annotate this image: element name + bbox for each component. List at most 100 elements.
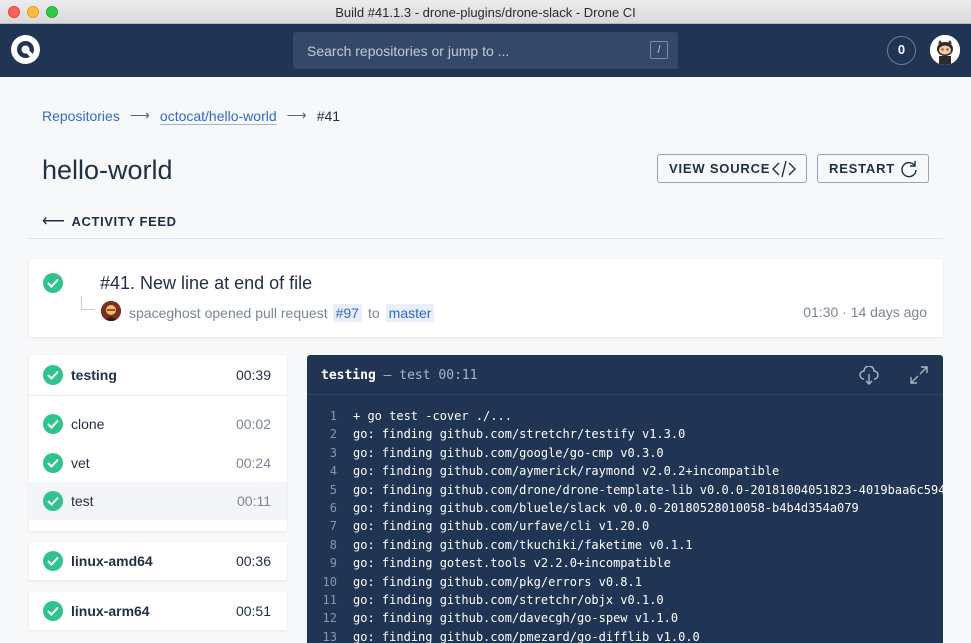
success-check-icon (43, 491, 63, 511)
author-name: spaceghost (129, 305, 201, 321)
step-name: test (71, 493, 94, 509)
log-line-text: go: finding github.com/drone/drone-templ… (353, 482, 943, 497)
breadcrumb-repositories-link[interactable]: Repositories (42, 108, 120, 124)
log-line: 3 go: finding github.com/google/go-cmp v0… (307, 444, 943, 462)
view-source-button[interactable]: VIEW SOURCE (657, 154, 807, 183)
success-check-icon (43, 365, 63, 385)
log-line-number: 1 (329, 409, 337, 423)
step-clone[interactable]: clone 00:02 (29, 405, 287, 443)
log-title: testing — test 00:11 (321, 368, 478, 383)
activity-feed-link[interactable]: ⟵ ACTIVITY FEED (42, 211, 177, 231)
build-summary-card[interactable]: #41. New line at end of file spaceghost … (29, 259, 943, 337)
log-line-number: 12 (322, 611, 337, 626)
log-stage-name: testing (321, 368, 376, 383)
stage-name: linux-arm64 (71, 603, 150, 619)
restart-button[interactable]: RESTART (817, 154, 929, 183)
page-title: hello-world (42, 155, 173, 185)
step-duration: 00:11 (237, 493, 271, 509)
success-check-icon (43, 601, 63, 621)
success-check-icon (43, 414, 63, 434)
log-line-text: go: finding github.com/google/go-cmp v0.… (353, 445, 664, 460)
stage-name: linux-amd64 (71, 553, 153, 569)
log-line-number: 11 (322, 593, 337, 608)
log-line: 1 + go test -cover ./... (307, 407, 943, 425)
success-check-icon (43, 551, 63, 571)
search-input[interactable] (293, 32, 633, 69)
log-line: 10 go: finding github.com/pkg/errors v0.8… (307, 573, 943, 591)
app-header: / 0 (0, 24, 971, 77)
log-line: 9 go: finding gotest.tools v2.2.0+incompa… (307, 554, 943, 572)
log-line: 2 go: finding github.com/stretchr/testify… (307, 425, 943, 443)
log-line: 5 go: finding github.com/drone/drone-temp… (307, 481, 943, 499)
log-line: 4 go: finding github.com/aymerick/raymond… (307, 462, 943, 480)
window-titlebar: Build #41.1.3 - drone-plugins/drone-slac… (0, 0, 971, 24)
log-line-text: go: finding github.com/urfave/cli v1.20.… (353, 519, 650, 534)
log-line-number: 10 (322, 574, 337, 589)
expand-icon[interactable] (910, 366, 928, 384)
log-line-number: 4 (329, 464, 337, 479)
arrow-left-icon: ⟵ (42, 213, 66, 230)
divider (29, 395, 287, 396)
restart-label: RESTART (829, 161, 896, 176)
log-panel: testing — test 00:11 1 + go test -cover .… (307, 355, 943, 643)
step-name: vet (71, 455, 90, 471)
log-line: 8 go: finding github.com/tkuchiki/faketim… (307, 536, 943, 554)
log-line-number: 2 (329, 427, 337, 442)
log-line: 6 go: finding github.com/bluele/slack v0.… (307, 499, 943, 517)
branch-link[interactable]: master (385, 304, 435, 322)
log-line-text: go: finding github.com/tkuchiki/faketime… (353, 537, 693, 552)
drone-logo-icon[interactable] (11, 35, 40, 64)
build-to: to (367, 305, 380, 321)
step-vet[interactable]: vet 00:24 (29, 444, 287, 482)
log-line-text: go: finding gotest.tools v2.2.0+incompat… (353, 556, 671, 571)
log-line-text: go: finding github.com/stretchr/testify … (353, 427, 686, 442)
log-line-text: go: finding github.com/davecgh/go-spew v… (353, 611, 679, 626)
build-action: opened pull request (204, 305, 328, 321)
log-step-name: test (399, 368, 431, 383)
stage-header[interactable]: testing 00:39 (29, 355, 287, 395)
user-avatar[interactable] (930, 35, 960, 65)
notification-badge[interactable]: 0 (887, 36, 916, 65)
log-line-text: go: finding github.com/pmezard/go-diffli… (353, 629, 700, 643)
divider (28, 238, 943, 239)
breadcrumb: Repositories ⟶ octocat/hello-world ⟶ #41 (42, 107, 340, 124)
restart-icon (901, 161, 917, 178)
stage-testing[interactable]: testing 00:39 clone 00:02 vet 00:24 test… (29, 355, 287, 531)
log-line-text: go: finding github.com/bluele/slack v0.0… (353, 501, 859, 516)
stage-name: testing (71, 367, 117, 383)
stage-duration: 00:51 (235, 603, 271, 619)
arrow-right-icon: ⟶ (286, 107, 307, 123)
view-source-label: VIEW SOURCE (669, 161, 771, 176)
author-avatar (101, 301, 121, 321)
log-line-number: 7 (329, 519, 337, 534)
download-icon[interactable] (859, 366, 879, 386)
log-output: 1 + go test -cover ./... 2 go: finding gith… (307, 407, 943, 643)
stage-linux-arm64[interactable]: linux-arm64 00:51 (29, 592, 287, 630)
log-line-number: 5 (329, 482, 337, 497)
breadcrumb-build: #41 (316, 107, 341, 124)
search-shortcut-hint: / (650, 41, 668, 59)
log-line-number: 13 (322, 629, 337, 643)
stage-linux-amd64[interactable]: linux-amd64 00:36 (29, 542, 287, 580)
log-line-number: 8 (329, 537, 337, 552)
log-separator: — (383, 368, 392, 383)
search-box: / (293, 32, 678, 69)
step-test[interactable]: test 00:11 (29, 482, 287, 520)
step-name: clone (71, 416, 105, 432)
code-icon (772, 160, 796, 178)
breadcrumb-repo-link[interactable]: octocat/hello-world (160, 108, 277, 124)
step-duration: 00:02 (235, 416, 271, 432)
build-time: 01:30 · 14 days ago (803, 304, 927, 320)
step-duration: 00:24 (235, 455, 271, 471)
log-line-number: 6 (329, 501, 337, 516)
activity-feed-label: ACTIVITY FEED (71, 213, 177, 229)
stage-duration: 00:36 (235, 553, 271, 569)
pull-request-link[interactable]: #97 (332, 304, 362, 322)
log-line: 11 go: finding github.com/stretchr/objx v… (307, 591, 943, 609)
stage-duration: 00:39 (235, 367, 271, 383)
arrow-right-icon: ⟶ (129, 107, 150, 123)
tree-connector (81, 296, 95, 310)
success-check-icon (43, 453, 63, 473)
build-meta: spaceghost opened pull request #97 to ma… (129, 304, 440, 322)
log-line-number: 9 (329, 556, 337, 571)
